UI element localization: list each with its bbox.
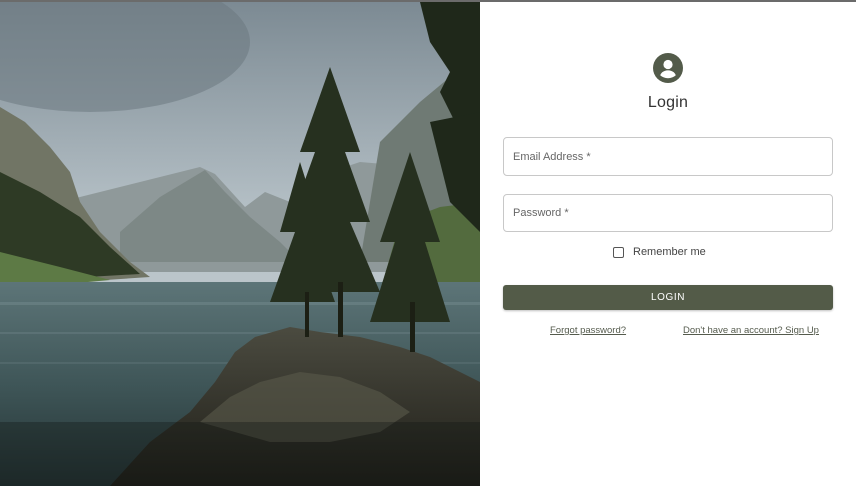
email-field[interactable] <box>503 137 833 176</box>
login-page: Login Remember me LOGIN Forgot password?… <box>0 0 856 486</box>
landscape-illustration <box>0 2 480 486</box>
hero-image <box>0 2 480 486</box>
remember-me-checkbox[interactable] <box>613 246 624 258</box>
password-field[interactable] <box>503 194 833 232</box>
remember-me-label: Remember me <box>633 246 706 258</box>
page-title: Login <box>647 94 689 111</box>
password-input[interactable] <box>504 195 832 231</box>
email-input[interactable] <box>504 138 832 175</box>
remember-me-control[interactable]: Remember me <box>613 246 706 258</box>
account-circle-icon <box>653 53 683 83</box>
login-panel: Login Remember me LOGIN Forgot password?… <box>480 2 856 486</box>
login-button[interactable]: LOGIN <box>503 285 833 310</box>
forgot-password-link[interactable]: Forgot password? <box>550 325 626 336</box>
sign-up-link[interactable]: Don't have an account? Sign Up <box>683 325 819 336</box>
